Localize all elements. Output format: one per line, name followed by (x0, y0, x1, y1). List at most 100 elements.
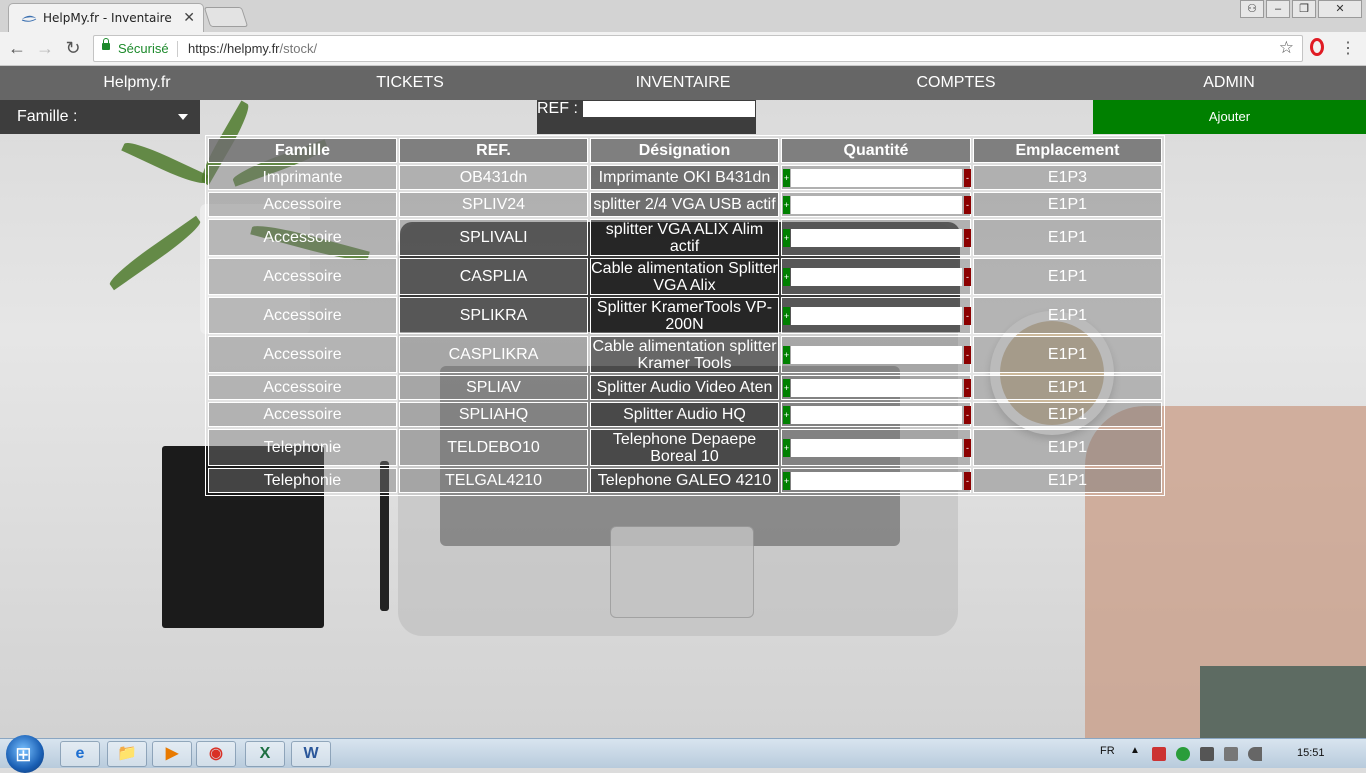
device-icon[interactable] (1200, 747, 1214, 761)
ref-input[interactable] (583, 101, 755, 117)
nav-tickets[interactable]: TICKETS (376, 66, 444, 100)
url-base: https://helpmy.fr (188, 41, 280, 56)
quantity-input[interactable] (791, 306, 962, 325)
bookmark-star-icon[interactable]: ☆ (1279, 38, 1294, 58)
decrement-button[interactable]: - (964, 378, 971, 397)
cell-designation: Cable alimentation Splitter VGA Alix (590, 258, 779, 295)
decrement-button[interactable]: - (964, 228, 971, 247)
cell-emplacement: E1P1 (973, 192, 1162, 217)
cell-emplacement: E1P1 (973, 336, 1162, 373)
quantity-input[interactable] (791, 438, 962, 457)
close-window-button[interactable]: ✕ (1318, 0, 1362, 18)
cell-famille: Telephonie (208, 429, 397, 466)
table-row: Accessoire CASPLIKRA Cable alimentation … (208, 336, 1162, 373)
profile-icon[interactable]: ⚇ (1240, 0, 1264, 18)
cell-ref: TELGAL4210 (399, 468, 588, 493)
increment-button[interactable]: + (783, 378, 790, 397)
tray-expand-icon[interactable]: ▲ (1130, 745, 1140, 756)
cell-famille: Telephonie (208, 468, 397, 493)
nav-admin[interactable]: ADMIN (1203, 66, 1255, 100)
volume-icon[interactable] (1248, 747, 1262, 761)
decrement-button[interactable]: - (964, 306, 971, 325)
brand-link[interactable]: Helpmy.fr (103, 66, 170, 100)
cell-quantite: + - (781, 429, 971, 466)
quantity-stepper: + - (782, 228, 971, 247)
browser-tab[interactable]: HelpMy.fr - Inventaire ✕ (8, 3, 204, 32)
media-player-icon[interactable]: ▶ (152, 741, 192, 767)
cell-ref: CASPLIA (399, 258, 588, 295)
increment-button[interactable]: + (783, 405, 790, 424)
quantity-input[interactable] (791, 195, 962, 214)
restore-button[interactable]: ❐ (1292, 0, 1316, 18)
address-separator (177, 41, 178, 57)
quantity-input[interactable] (791, 267, 962, 286)
url-text[interactable]: https://helpmy.fr/stock/ (188, 41, 317, 56)
quantity-input[interactable] (791, 378, 962, 397)
decrement-button[interactable]: - (964, 471, 971, 490)
start-button[interactable] (6, 735, 44, 773)
decrement-button[interactable]: - (964, 195, 971, 214)
reload-icon[interactable]: ↻ (62, 38, 84, 59)
back-arrow-icon[interactable]: ← (6, 38, 28, 59)
quantity-input[interactable] (791, 471, 962, 490)
famille-select[interactable]: Famille : (0, 100, 200, 134)
quantity-input[interactable] (791, 228, 962, 247)
increment-button[interactable]: + (783, 195, 790, 214)
language-indicator[interactable]: FR (1100, 745, 1115, 757)
table-header-row: Famille REF. Désignation Quantité Emplac… (208, 138, 1162, 163)
excel-icon[interactable]: X (245, 741, 285, 767)
minimize-button[interactable]: – (1266, 0, 1290, 18)
table-row: Imprimante OB431dn Imprimante OKI B431dn… (208, 165, 1162, 190)
increment-button[interactable]: + (783, 168, 790, 187)
decrement-button[interactable]: - (964, 168, 971, 187)
quantity-stepper: + - (782, 168, 971, 187)
browser-menu-icon[interactable]: ⋮ (1340, 38, 1356, 58)
quantity-input[interactable] (791, 168, 962, 187)
window-controls: ⚇ – ❐ ✕ (1240, 0, 1362, 18)
quantity-input[interactable] (791, 405, 962, 424)
increment-button[interactable]: + (783, 228, 790, 247)
cell-ref: SPLIKRA (399, 297, 588, 334)
nav-comptes[interactable]: COMPTES (916, 66, 995, 100)
file-explorer-icon[interactable]: 📁 (107, 741, 147, 767)
new-tab-button[interactable] (203, 7, 249, 27)
word-icon[interactable]: W (291, 741, 331, 767)
quantity-input[interactable] (791, 345, 962, 364)
helpmy-favicon-icon (21, 15, 37, 22)
table-row: Accessoire SPLIAV Splitter Audio Video A… (208, 375, 1162, 400)
decrement-button[interactable]: - (964, 405, 971, 424)
opera-extension-icon[interactable] (1310, 38, 1324, 56)
security-shield-icon[interactable] (1176, 747, 1190, 761)
cell-designation: Splitter Audio HQ (590, 402, 779, 427)
clock[interactable]: 15:51 (1297, 747, 1325, 759)
decrement-button[interactable]: - (964, 345, 971, 364)
cell-quantite: + - (781, 402, 971, 427)
increment-button[interactable]: + (783, 267, 790, 286)
increment-button[interactable]: + (783, 438, 790, 457)
internet-explorer-icon[interactable]: e (60, 741, 100, 767)
cell-ref: OB431dn (399, 165, 588, 190)
cell-emplacement: E1P1 (973, 429, 1162, 466)
increment-button[interactable]: + (783, 345, 790, 364)
decrement-button[interactable]: - (964, 267, 971, 286)
cell-famille: Accessoire (208, 297, 397, 334)
tab-close-icon[interactable]: ✕ (183, 9, 195, 26)
table-row: Accessoire CASPLIA Cable alimentation Sp… (208, 258, 1162, 295)
nav-inventaire[interactable]: INVENTAIRE (636, 66, 731, 100)
increment-button[interactable]: + (783, 306, 790, 325)
add-button[interactable]: Ajouter (1093, 100, 1366, 134)
network-icon[interactable] (1224, 747, 1238, 761)
site-navbar: Helpmy.fr TICKETS INVENTAIRE COMPTES ADM… (0, 66, 1366, 100)
address-bar[interactable]: Sécurisé https://helpmy.fr/stock/ ☆ (93, 35, 1303, 62)
table-row: Accessoire SPLIKRA Splitter KramerTools … (208, 297, 1162, 334)
windows-taskbar: e 📁 ▶ ◉ X W FR ▲ 15:51 (0, 735, 1366, 773)
network-warning-icon[interactable] (1152, 747, 1166, 761)
chrome-icon[interactable]: ◉ (196, 741, 236, 767)
header-emplacement: Emplacement (973, 138, 1162, 163)
increment-button[interactable]: + (783, 471, 790, 490)
cell-ref: SPLIAV (399, 375, 588, 400)
forward-arrow-icon[interactable]: → (34, 38, 56, 59)
table-row: Telephonie TELGAL4210 Telephone GALEO 42… (208, 468, 1162, 493)
decrement-button[interactable]: - (964, 438, 971, 457)
secure-label: Sécurisé (118, 41, 169, 56)
